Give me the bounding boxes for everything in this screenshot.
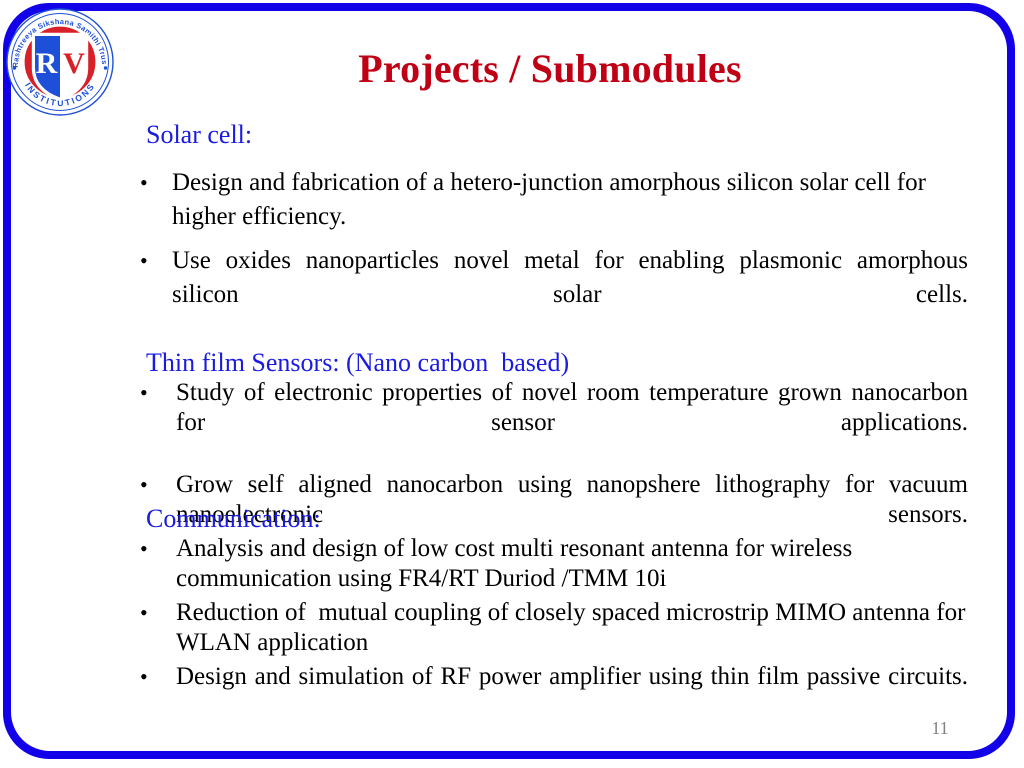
page-title: Projects / Submodules	[358, 46, 742, 91]
bullet-point-icon: •	[140, 536, 148, 561]
list-item-text: Study of electronic properties of novel …	[176, 379, 975, 436]
list-item: • Use oxides nanoparticles novel metal f…	[140, 244, 968, 346]
slide-canvas: Rashtreeya Sikshana Samithi Trust INSTIT…	[0, 0, 1024, 768]
svg-text:R: R	[36, 47, 58, 80]
section-heading-thin-film-sensors: Thin film Sensors: (Nano carbon based)	[146, 348, 570, 377]
list-item-text: Reduction of mutual coupling of closely …	[176, 599, 972, 656]
bullet-point-icon: •	[140, 472, 148, 497]
section-heading-communication: Communication:	[146, 504, 321, 533]
page-number: 11	[931, 718, 949, 738]
list-item-text: Design and simulation of RF power amplif…	[176, 663, 968, 690]
list-item: • Design and simulation of RF power ampl…	[140, 662, 968, 722]
bullet-point-icon: •	[140, 600, 148, 625]
bullet-point-icon: •	[140, 248, 148, 273]
list-item-text: Use oxides nanoparticles novel metal for…	[172, 247, 975, 308]
bullet-list-solar-cell: • Design and fabrication of a hetero-jun…	[140, 166, 968, 356]
bullet-point-icon: •	[140, 380, 148, 405]
rv-institutions-logo: Rashtreeya Sikshana Samithi Trust INSTIT…	[3, 0, 116, 118]
list-item: • Study of electronic properties of nove…	[140, 378, 968, 468]
list-item-text: Design and fabrication of a hetero-junct…	[172, 169, 933, 230]
list-item-text: Analysis and design of low cost multi re…	[176, 535, 859, 592]
section-heading-wrapper: Communication:	[146, 504, 321, 534]
list-item: • Analysis and design of low cost multi …	[140, 534, 968, 594]
bullet-point-icon: •	[140, 664, 148, 689]
list-item: • Design and fabrication of a hetero-jun…	[140, 166, 968, 234]
section-heading-wrapper: Solar cell:	[146, 120, 252, 150]
svg-text:V: V	[63, 47, 85, 80]
slide-body: Solar cell: • Design and fabrication of …	[0, 120, 1024, 740]
list-item: • Reduction of mutual coupling of closel…	[140, 598, 968, 658]
section-heading-solar-cell: Solar cell:	[146, 120, 253, 149]
section-heading-wrapper: Thin film Sensors: (Nano carbon based)	[146, 348, 569, 378]
logo-svg: Rashtreeya Sikshana Samithi Trust INSTIT…	[3, 0, 114, 116]
bullet-point-icon: •	[140, 170, 148, 195]
bullet-list-communication: • Analysis and design of low cost multi …	[140, 534, 968, 726]
